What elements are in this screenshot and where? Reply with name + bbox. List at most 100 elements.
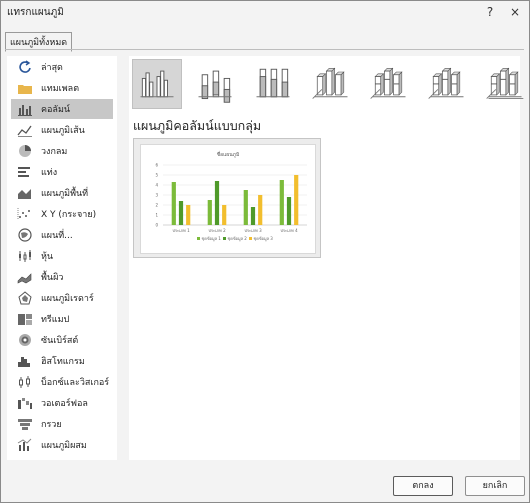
surface-chart-icon bbox=[17, 270, 33, 284]
bar-chart-icon bbox=[17, 165, 33, 179]
sidebar-item-label: หุ้น bbox=[41, 252, 54, 262]
sidebar-item-histogram[interactable]: ฮิสโทแกรม bbox=[11, 351, 113, 371]
sidebar-item-label: ทรีแมป bbox=[41, 315, 70, 325]
legend-swatch bbox=[249, 237, 252, 240]
scatter-chart-icon bbox=[17, 207, 33, 221]
sidebar-item-waterfall[interactable]: วอเตอร์ฟอล bbox=[11, 393, 113, 413]
100-stacked-column-icon bbox=[251, 61, 295, 108]
100-stacked-column-subtype-button[interactable] bbox=[249, 60, 297, 108]
stacked-column-icon bbox=[193, 61, 237, 108]
sidebar-item-column-chart[interactable]: คอลัมน์ bbox=[11, 99, 113, 119]
sidebar-item-label: ซันเบิร์สต์ bbox=[41, 336, 79, 346]
bar bbox=[243, 190, 248, 225]
sidebar-item-pie-chart[interactable]: วงกลม bbox=[11, 141, 113, 161]
sidebar-item-label: คอลัมน์ bbox=[41, 105, 71, 115]
sidebar-item-label: แผนภูมิเส้น bbox=[41, 126, 85, 136]
sidebar-item-combo-chart[interactable]: แผนภูมิผสม bbox=[11, 435, 113, 455]
title-bar: แทรกแผนภูมิ ? × bbox=[1, 1, 529, 23]
legend-swatch bbox=[197, 237, 200, 240]
sidebar-item-label: แทมเพลต bbox=[41, 84, 80, 94]
help-button[interactable]: ? bbox=[481, 3, 499, 21]
sidebar-item-radar-chart[interactable]: แผนภูมิเรดาร์ bbox=[11, 288, 113, 308]
tab-panel: ล่าสุดแทมเพลตคอลัมน์แผนภูมิเส้นวงกลมแท่ง… bbox=[5, 49, 524, 464]
y-tick-label: 6 bbox=[155, 163, 158, 168]
sidebar-item-funnel[interactable]: กรวย bbox=[11, 414, 113, 434]
sidebar-item-treemap[interactable]: ทรีแมป bbox=[11, 309, 113, 329]
bar bbox=[171, 182, 176, 225]
3d-stacked-column-subtype-button[interactable] bbox=[365, 60, 413, 108]
legend-label: ชุดข้อมูล 2 bbox=[228, 236, 248, 242]
y-tick-label: 0 bbox=[155, 223, 158, 228]
x-tick-label: ประเภท 2 bbox=[208, 228, 226, 233]
stock-chart-icon bbox=[17, 249, 33, 263]
sidebar-item-scatter-chart[interactable]: X Y (กระจาย) bbox=[11, 204, 113, 224]
stacked-column-subtype-button[interactable] bbox=[191, 60, 239, 108]
chart-preview: ชื่อแผนภูมิ 0 1 2 3 4 5 6 ประเภท 1 ประเภท 2 ประเภท… bbox=[140, 144, 316, 254]
chart-preview-frame[interactable]: ชื่อแผนภูมิ 0 1 2 3 4 5 6 ประเภท 1 ประเภท 2 ประเภท… bbox=[133, 138, 321, 258]
bar bbox=[294, 175, 299, 225]
sidebar-item-sunburst[interactable]: ซันเบิร์สต์ bbox=[11, 330, 113, 350]
cancel-button[interactable]: ยกเลิก bbox=[465, 476, 525, 496]
waterfall-icon bbox=[17, 396, 33, 410]
radar-chart-icon bbox=[17, 291, 33, 305]
dialog-title: แทรกแผนภูมิ bbox=[7, 7, 64, 18]
3d-clustered-column-icon bbox=[309, 61, 353, 108]
subtype-heading: แผนภูมิคอลัมน์แบบกลุ่ม bbox=[133, 118, 262, 133]
bar bbox=[186, 205, 191, 225]
histogram-icon bbox=[17, 354, 33, 368]
sidebar-item-label: แผนภูมิเรดาร์ bbox=[41, 294, 94, 304]
sidebar-item-bar-chart[interactable]: แท่ง bbox=[11, 162, 113, 182]
3d-column-subtype-button[interactable] bbox=[481, 60, 529, 108]
dialog-button-bar: ตกลง ยกเลิก bbox=[1, 471, 529, 501]
bar bbox=[222, 205, 227, 225]
sidebar-item-area-chart[interactable]: แผนภูมิพื้นที่ bbox=[11, 183, 113, 203]
line-chart-icon bbox=[17, 123, 33, 137]
insert-chart-dialog: แทรกแผนภูมิ ? × แผนภูมิทั้งหมด ล่าสุด แทม… bbox=[0, 0, 530, 503]
box-whisker-icon bbox=[17, 375, 33, 389]
sidebar-item-label: วงกลม bbox=[41, 147, 68, 157]
clustered-column-subtype-button[interactable] bbox=[132, 59, 182, 109]
3d-column-icon bbox=[483, 61, 527, 108]
sidebar-item-recent[interactable]: ล่าสุด bbox=[11, 57, 113, 77]
sidebar-item-label: ล่าสุด bbox=[41, 63, 63, 73]
sidebar-item-label: กรวย bbox=[41, 420, 62, 430]
sidebar-item-line-chart[interactable]: แผนภูมิเส้น bbox=[11, 120, 113, 140]
bar bbox=[286, 197, 292, 225]
3d-100-stacked-column-subtype-button[interactable] bbox=[423, 60, 471, 108]
sidebar-item-surface-chart[interactable]: พื้นผิว bbox=[11, 267, 113, 287]
chart-title: ชื่อแผนภูมิ bbox=[217, 151, 240, 158]
close-button[interactable]: × bbox=[506, 3, 524, 21]
y-tick-label: 4 bbox=[155, 183, 158, 188]
sidebar-item-label: แท่ง bbox=[41, 168, 58, 178]
pie-chart-icon bbox=[17, 144, 33, 158]
map-chart-icon bbox=[17, 228, 33, 242]
3d-clustered-column-subtype-button[interactable] bbox=[307, 60, 355, 108]
combo-chart-icon bbox=[17, 438, 33, 452]
3d-100-stacked-column-icon bbox=[425, 61, 469, 108]
sidebar-item-templates-folder[interactable]: แทมเพลต bbox=[11, 78, 113, 98]
sidebar-item-label: แผนภูมิผสม bbox=[41, 441, 87, 451]
sidebar-item-map-chart[interactable]: แผนที่... bbox=[11, 225, 113, 245]
column-chart-icon bbox=[17, 102, 33, 116]
sidebar-item-label: พื้นผิว bbox=[41, 273, 64, 283]
sunburst-icon bbox=[17, 333, 33, 347]
x-tick-label: ประเภท 4 bbox=[280, 228, 298, 233]
chart-content-area: แผนภูมิคอลัมน์แบบกลุ่ม ชื่อแผนภูมิ 0 1 2 3 4 5… bbox=[129, 56, 524, 460]
y-tick-label: 2 bbox=[155, 203, 158, 208]
bar bbox=[214, 181, 220, 225]
sidebar-item-label: X Y (กระจาย) bbox=[41, 210, 97, 220]
ok-button[interactable]: ตกลง bbox=[393, 476, 453, 496]
chart-type-sidebar: ล่าสุดแทมเพลตคอลัมน์แผนภูมิเส้นวงกลมแท่ง… bbox=[7, 56, 117, 460]
clustered-column-icon bbox=[135, 61, 179, 108]
y-tick-label: 3 bbox=[155, 193, 158, 198]
sidebar-item-box-whisker[interactable]: บ็อกซ์และวิสเกอร์ bbox=[11, 372, 113, 392]
bar bbox=[178, 201, 184, 225]
templates-folder-icon bbox=[17, 81, 33, 95]
y-tick-label: 1 bbox=[155, 213, 158, 218]
chart-subtype-gallery bbox=[132, 59, 530, 109]
bar bbox=[250, 207, 256, 225]
sidebar-item-stock-chart[interactable]: หุ้น bbox=[11, 246, 113, 266]
sidebar-item-label: แผนที่... bbox=[41, 231, 73, 241]
sidebar-item-label: ฮิสโทแกรม bbox=[41, 357, 85, 367]
legend-label: ชุดข้อมูล 3 bbox=[254, 236, 274, 242]
